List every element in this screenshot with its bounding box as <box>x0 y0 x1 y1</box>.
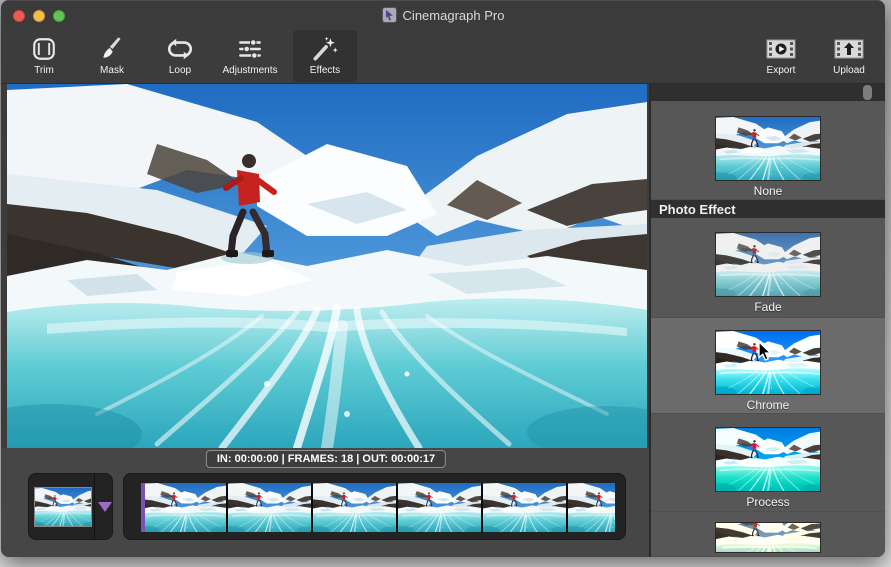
effect-label: Fade <box>754 300 781 314</box>
window-title: Cinemagraph Pro <box>403 8 505 23</box>
effects-tool-button[interactable]: Effects <box>293 30 357 82</box>
effect-label: None <box>754 184 783 198</box>
mask-tool-button[interactable]: Mask <box>87 30 137 82</box>
effect-item-fade[interactable]: Fade <box>651 218 885 318</box>
upload-film-icon <box>833 34 865 64</box>
toolbar: Trim Mask <box>1 28 885 84</box>
effect-item-process[interactable]: Process <box>651 414 885 512</box>
effect-label: Process <box>746 495 789 509</box>
effect-item-chrome[interactable]: Chrome <box>651 318 885 414</box>
app-window: Cinemagraph Pro Trim <box>1 0 885 557</box>
export-label: Export <box>767 66 796 76</box>
video-preview-canvas[interactable] <box>7 84 647 448</box>
filmstrip-frame[interactable] <box>568 483 615 532</box>
filmstrip-frame[interactable] <box>313 483 398 532</box>
loop-label: Loop <box>169 66 191 76</box>
effect-item-partial[interactable] <box>651 512 885 557</box>
export-film-icon <box>765 34 797 64</box>
effects-panel-top-bar <box>651 84 885 101</box>
playhead-marker[interactable] <box>141 483 145 532</box>
scrollbar-thumb[interactable] <box>863 85 872 100</box>
effect-thumbnail <box>715 427 821 492</box>
brush-icon <box>99 34 125 64</box>
effect-thumbnail <box>715 330 821 395</box>
filmstrip[interactable] <box>143 483 615 532</box>
disclosure-triangle-icon[interactable] <box>98 502 112 512</box>
effect-thumbnail <box>715 116 821 181</box>
filmstrip-frame[interactable] <box>483 483 568 532</box>
mask-label: Mask <box>100 66 124 76</box>
effect-thumbnail <box>715 522 821 553</box>
adjustments-tool-button[interactable]: Adjustments <box>213 30 287 82</box>
trim-icon <box>31 34 57 64</box>
clip-box-divider <box>94 474 95 539</box>
effects-label: Effects <box>310 66 340 76</box>
magic-wand-icon <box>311 34 339 64</box>
filmstrip-frame[interactable] <box>398 483 483 532</box>
effects-panel: None Photo Effect Fade Chrome Process <box>649 84 885 557</box>
filmstrip-box <box>123 473 626 540</box>
timeline-info-badge: IN: 00:00:00 | FRAMES: 18 | OUT: 00:00:1… <box>206 450 446 468</box>
trim-tool-button[interactable]: Trim <box>19 30 69 82</box>
upload-label: Upload <box>833 66 865 76</box>
trim-label: Trim <box>34 66 54 76</box>
export-button[interactable]: Export <box>753 30 809 82</box>
title-bar: Cinemagraph Pro <box>1 0 885 28</box>
timeline-bar: IN: 00:00:00 | FRAMES: 18 | OUT: 00:00:1… <box>1 448 649 557</box>
effect-label: Chrome <box>747 398 790 412</box>
clip-thumbnail-box[interactable] <box>28 473 113 540</box>
effect-item-none[interactable]: None <box>651 101 885 200</box>
section-header-label: Photo Effect <box>659 202 736 217</box>
photo-effect-section-header: Photo Effect <box>651 200 885 218</box>
effect-thumbnail <box>715 232 821 297</box>
filmstrip-frame[interactable] <box>143 483 228 532</box>
sliders-icon <box>236 34 264 64</box>
clip-thumbnail <box>34 487 92 527</box>
loop-icon <box>166 34 194 64</box>
loop-tool-button[interactable]: Loop <box>155 30 205 82</box>
upload-button[interactable]: Upload <box>821 30 877 82</box>
adjustments-label: Adjustments <box>222 66 277 76</box>
app-icon <box>382 7 397 23</box>
filmstrip-frame[interactable] <box>228 483 313 532</box>
